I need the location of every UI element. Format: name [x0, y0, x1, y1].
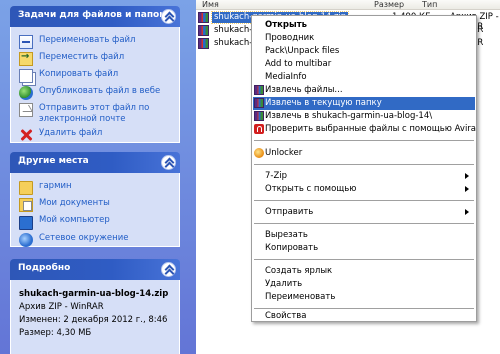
place-network[interactable]: Сетевое окружение: [19, 233, 171, 247]
details-filename: shukach-garmin-ua-blog-14.zip: [19, 289, 169, 299]
collapse-chevron-icon[interactable]: [161, 155, 176, 170]
menu-delete[interactable]: Удалить: [253, 278, 475, 291]
details-panel: Подробно shukach-garmin-ua-blog-14.zip А…: [10, 259, 180, 354]
task-label: Удалить файл: [39, 128, 103, 138]
other-places-header[interactable]: Другие места: [10, 152, 180, 173]
place-my-computer[interactable]: Мой компьютер: [19, 215, 171, 230]
delete-icon: [19, 128, 33, 142]
menu-open-with[interactable]: Открыть с помощью: [253, 183, 475, 196]
winrar-icon: [254, 111, 264, 121]
winrar-archive-icon: [198, 25, 209, 36]
other-places-panel: Другие места гармин Мои документы Мой ко…: [10, 152, 180, 247]
file-tasks-header[interactable]: Задачи для файлов и папок: [10, 6, 180, 27]
menu-extract-files[interactable]: Извлечь файлы...: [253, 84, 475, 97]
task-rename-file[interactable]: Переименовать файл: [19, 35, 171, 49]
submenu-arrow-icon: [465, 173, 469, 179]
place-my-documents[interactable]: Мои документы: [19, 198, 171, 212]
task-delete-file[interactable]: Удалить файл: [19, 128, 171, 142]
file-tasks-panel: Задачи для файлов и папок Переименовать …: [10, 6, 180, 143]
menu-extract-here[interactable]: Извлечь в текущую папку: [253, 97, 475, 110]
place-label: Мой компьютер: [39, 215, 110, 225]
copy-icon: [19, 69, 33, 83]
menu-rename[interactable]: Переименовать: [253, 291, 475, 304]
menu-extract-to-folder[interactable]: Извлечь в shukach-garmin-ua-blog-14\: [253, 110, 475, 123]
file-tasks-title: Задачи для файлов и папок: [18, 10, 166, 20]
menu-properties[interactable]: Свойства: [253, 310, 475, 323]
menu-send-to[interactable]: Отправить: [253, 206, 475, 219]
email-icon: [19, 103, 33, 117]
menu-scan-avira[interactable]: Проверить выбранные файлы с помощью Avir…: [253, 123, 477, 136]
folder-icon: [19, 181, 33, 195]
other-places-title: Другие места: [18, 156, 89, 166]
unlocker-icon: [254, 148, 264, 158]
place-label: Сетевое окружение: [39, 233, 129, 243]
winrar-archive-icon: [198, 38, 209, 49]
details-size: Размер: 4,30 МБ: [19, 328, 92, 338]
column-name[interactable]: Имя: [202, 0, 219, 9]
menu-separator: [254, 308, 474, 309]
menu-open[interactable]: Открыть: [253, 19, 475, 32]
menu-separator: [254, 223, 474, 224]
winrar-archive-icon: [198, 12, 209, 23]
task-copy-file[interactable]: Копировать файл: [19, 69, 171, 83]
place-garmin[interactable]: гармин: [19, 181, 171, 195]
task-label: Отправить этот файл по электронной почте: [39, 103, 150, 124]
menu-label: Извлечь в shukach-garmin-ua-blog-14\: [265, 111, 433, 121]
column-type[interactable]: Тип: [422, 0, 437, 9]
menu-copy[interactable]: Копировать: [253, 242, 475, 255]
my-documents-icon: [19, 198, 33, 212]
menu-label: Отправить: [265, 207, 314, 217]
task-move-file[interactable]: Переместить файл: [19, 51, 171, 66]
menu-unlocker[interactable]: Unlocker: [253, 147, 475, 160]
task-label: Опубликовать файл в вебе: [39, 86, 161, 96]
menu-separator: [254, 200, 474, 201]
menu-pack-unpack[interactable]: Pack\Unpack files: [253, 45, 475, 58]
task-label: Копировать файл: [39, 69, 119, 79]
menu-label: Открыть с помощью: [265, 184, 357, 194]
menu-add-to-multibar[interactable]: Add to multibar: [253, 58, 475, 71]
menu-explorer[interactable]: Проводник: [253, 32, 475, 45]
details-modified: Изменен: 2 декабря 2012 г., 8:46: [19, 315, 168, 325]
menu-separator: [254, 259, 474, 260]
move-icon: [19, 51, 33, 66]
menu-create-shortcut[interactable]: Создать ярлык: [253, 265, 475, 278]
menu-label: Проверить выбранные файлы с помощью Avir…: [265, 124, 477, 134]
details-filetype: Архив ZIP - WinRAR: [19, 302, 104, 312]
task-label: Переместить файл: [39, 52, 125, 62]
menu-mediainfo[interactable]: MediaInfo: [253, 71, 475, 84]
details-title: Подробно: [18, 263, 71, 273]
context-menu: Открыть Проводник Pack\Unpack files Add …: [251, 15, 477, 322]
my-computer-icon: [19, 216, 33, 230]
collapse-chevron-icon[interactable]: [161, 262, 176, 277]
submenu-arrow-icon: [465, 186, 469, 192]
place-label: Мои документы: [39, 198, 110, 208]
network-icon: [19, 233, 33, 247]
menu-label: 7-Zip: [265, 171, 288, 181]
web-publish-icon: [19, 86, 33, 100]
winrar-icon: [254, 98, 264, 108]
task-label: Переименовать файл: [39, 35, 136, 45]
menu-separator: [254, 140, 474, 141]
menu-label: Извлечь файлы...: [265, 85, 343, 95]
column-header-bar: Имя Размер Тип: [196, 0, 500, 10]
menu-separator: [254, 164, 474, 165]
column-size[interactable]: Размер: [374, 0, 404, 9]
explorer-task-pane: Задачи для файлов и папок Переименовать …: [0, 0, 196, 354]
avira-icon: [254, 124, 264, 134]
menu-7zip[interactable]: 7-Zip: [253, 170, 475, 183]
place-label: гармин: [39, 181, 72, 191]
menu-label: Unlocker: [265, 148, 303, 158]
submenu-arrow-icon: [465, 209, 469, 215]
rename-icon: [19, 35, 33, 49]
task-email-file[interactable]: Отправить этот файл по электронной почте: [19, 103, 171, 125]
menu-label: Извлечь в текущую папку: [265, 98, 382, 108]
menu-cut[interactable]: Вырезать: [253, 229, 475, 242]
details-header[interactable]: Подробно: [10, 259, 180, 280]
task-publish-web[interactable]: Опубликовать файл в вебе: [19, 86, 171, 100]
collapse-chevron-icon[interactable]: [161, 9, 176, 24]
winrar-icon: [254, 85, 264, 95]
